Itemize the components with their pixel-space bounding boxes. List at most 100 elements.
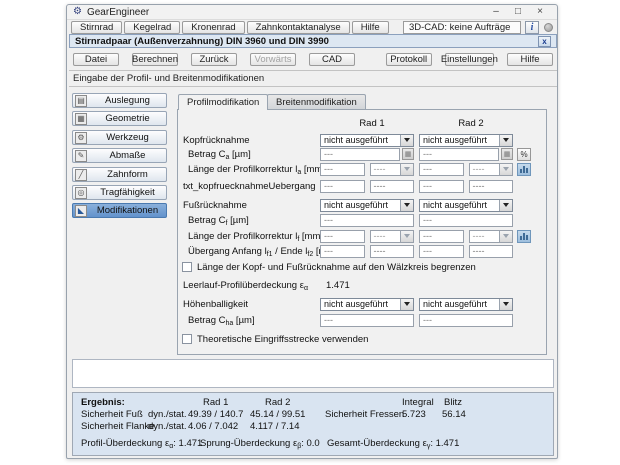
menu-kronenrad[interactable]: Kronenrad [182, 21, 244, 34]
laenge-f-label: Länge der Profilkorrektur lf [mm] [178, 231, 320, 242]
bar-chart-icon [520, 165, 529, 173]
toolbar-zurueck-button[interactable]: Zurück [191, 53, 237, 66]
laenge-a-rad1-select: ---- [370, 163, 414, 176]
hoehenballigkeit-rad1-select[interactable]: nicht ausgeführt [320, 298, 414, 311]
uebergang-fuss-input-2[interactable]: ---- [370, 245, 415, 258]
toolbar-cad-button[interactable]: CAD [309, 53, 355, 66]
toolbar-datei-button[interactable]: Datei [73, 53, 119, 66]
gesamt-ueberdeckung: Gesamt-Überdeckung εγ: 1.471 [327, 438, 459, 449]
sidebar-item-auslegung[interactable]: ▤ Auslegung [72, 93, 167, 108]
chevron-down-icon[interactable] [400, 200, 413, 211]
sidebar-item-werkzeug[interactable]: ⚙ Werkzeug [72, 130, 167, 145]
uebergang-kopf-input-4[interactable]: ---- [469, 180, 514, 193]
results-header-blitz: Blitz [444, 397, 462, 408]
fussruecknahme-rad1-select[interactable]: nicht ausgeführt [320, 199, 414, 212]
diagram-button[interactable] [517, 230, 531, 243]
toolbar-einstellungen-button[interactable]: Einstellungen [445, 53, 494, 66]
document-close-icon[interactable]: x [538, 36, 551, 47]
results-header-rad1: Rad 1 [203, 397, 228, 408]
betrag-ca-rad1-input[interactable]: --- [320, 148, 400, 161]
toolbar-protokoll-button[interactable]: Protokoll [386, 53, 432, 66]
info-icon[interactable]: i [525, 21, 539, 34]
modifikationen-icon: ◣ [75, 205, 87, 217]
status-line: Eingabe der Profil- und Breitenmodifikat… [69, 70, 557, 87]
menu-hilfe[interactable]: Hilfe [352, 21, 389, 34]
fussruecknahme-rad2-select[interactable]: nicht ausgeführt [419, 199, 513, 212]
chevron-down-icon[interactable] [499, 299, 512, 310]
laenge-a-rad2-input[interactable]: --- [419, 163, 464, 176]
desktop-background: ⚙ GearEngineer – □ × Stirnrad Kegelrad K… [0, 0, 620, 465]
uebergang-kopf-input-1[interactable]: --- [320, 180, 365, 193]
betrag-ca-label: Betrag Ca [µm] [178, 149, 320, 160]
tab-breitenmodifikation[interactable]: Breitenmodifikation [267, 94, 366, 109]
betrag-cha-rad1-input[interactable]: --- [320, 314, 414, 327]
chevron-down-icon[interactable] [400, 135, 413, 146]
toolbar-hilfe-button[interactable]: Hilfe [507, 53, 553, 66]
sidebar-item-modifikationen[interactable]: ◣ Modifikationen [72, 203, 167, 218]
laenge-f-rad1-input[interactable]: --- [320, 230, 365, 243]
tragfaehigkeit-icon: ◎ [75, 187, 87, 199]
betrag-cf-rad1-input[interactable]: --- [320, 214, 414, 227]
results-header-rad2: Rad 2 [265, 397, 290, 408]
uebergang-fuss-input-4[interactable]: ---- [469, 245, 514, 258]
profil-ueberdeckung: Profil-Überdeckung εα: 1.471 [81, 438, 202, 449]
betrag-cha-rad2-input[interactable]: --- [419, 314, 513, 327]
betrag-ca-rad2-input[interactable]: --- [419, 148, 499, 161]
toolbar-berechnen-button[interactable]: Berechnen [132, 53, 178, 66]
minimize-icon[interactable]: – [485, 5, 507, 19]
kopfruecknahme-rad1-select[interactable]: nicht ausgeführt [320, 134, 414, 147]
document-bar: Stirnradpaar (Außenverzahnung) DIN 3960 … [69, 34, 557, 48]
diagram-button[interactable] [517, 163, 531, 176]
menu-kegelrad[interactable]: Kegelrad [124, 21, 180, 34]
uebergang-fuss-input-1[interactable]: --- [320, 245, 365, 258]
sicherheit-flanke-rad1-value: 4.06 / 7.042 [188, 421, 238, 432]
chevron-down-icon[interactable] [499, 200, 512, 211]
kopfruecknahme-rad2-select[interactable]: nicht ausgeführt [419, 134, 513, 147]
chevron-down-icon [499, 164, 512, 175]
laenge-a-rad1-input[interactable]: --- [320, 163, 365, 176]
row-betrag-cha: Betrag Cha [µm] --- --- [178, 313, 546, 327]
uebergang-kopf-input-3[interactable]: --- [419, 180, 464, 193]
laenge-a-rad2-select: ---- [469, 163, 513, 176]
toolbar: Datei Berechnen Zurück Vorwärts CAD Prot… [69, 50, 557, 68]
maximize-icon[interactable]: □ [507, 5, 529, 19]
sicherheit-fuss-rad2-value: 45.14 / 99.51 [250, 409, 305, 420]
waelzkreis-checkbox[interactable] [182, 262, 192, 272]
app-window: ⚙ GearEngineer – □ × Stirnrad Kegelrad K… [66, 4, 558, 459]
sidebar-item-zahnform[interactable]: ╱ Zahnform [72, 167, 167, 182]
menu-zahnkontaktanalyse[interactable]: Zahnkontaktanalyse [247, 21, 350, 34]
app-gear-icon: ⚙ [73, 7, 82, 17]
eingriffsstrecke-checkbox-row[interactable]: Theoretische Eingriffsstrecke verwenden [182, 333, 368, 345]
status-indicator-dot [544, 23, 553, 32]
menu-stirnrad[interactable]: Stirnrad [71, 21, 122, 34]
laenge-f-rad2-input[interactable]: --- [419, 230, 464, 243]
sidebar-item-abmasse[interactable]: ✎ Abmaße [72, 148, 167, 163]
row-leerlauf-profilueberdeckung: Leerlauf-Profilüberdeckung εα 1.471 [178, 278, 546, 292]
betrag-cf-rad2-input[interactable]: --- [419, 214, 513, 227]
row-laenge-profilkorrektur-f: Länge der Profilkorrektur lf [mm] --- --… [178, 229, 546, 243]
chevron-down-icon[interactable] [499, 135, 512, 146]
chevron-down-icon[interactable] [400, 299, 413, 310]
percent-button[interactable]: % [517, 148, 531, 161]
hoehenballigkeit-rad2-select[interactable]: nicht ausgeführt [419, 298, 513, 311]
uebergang-kopf-input-2[interactable]: ---- [370, 180, 415, 193]
row-kopfruecknahme: Kopfrücknahme nicht ausgeführt nicht aus… [178, 133, 546, 147]
bar-chart-icon [520, 232, 529, 240]
abmasse-icon: ✎ [75, 150, 87, 162]
sicherheit-fuss-label: Sicherheit Fuß [81, 409, 143, 420]
geometrie-icon: ▦ [75, 113, 87, 125]
row-kopfruecknahme-uebergang: txt_kopfruecknahmeUebergang --- ---- ---… [178, 179, 546, 193]
sidebar-item-geometrie[interactable]: ▦ Geometrie [72, 111, 167, 126]
calculator-icon: ▦ [501, 148, 513, 160]
row-laenge-profilkorrektur-a: Länge der Profilkorrektur la [mm] --- --… [178, 162, 546, 176]
profilmodifikation-panel: Rad 1 Rad 2 Kopfrücknahme nicht ausgefüh… [177, 109, 547, 355]
eingriffsstrecke-checkbox[interactable] [182, 334, 192, 344]
uebergang-fuss-input-3[interactable]: --- [419, 245, 464, 258]
sidebar-item-tragfaehigkeit[interactable]: ◎ Tragfähigkeit [72, 185, 167, 200]
tab-profilmodifikation[interactable]: Profilmodifikation [178, 94, 268, 110]
close-icon[interactable]: × [529, 5, 551, 19]
betrag-cf-label: Betrag Cf [µm] [178, 215, 320, 226]
hoehenballigkeit-label: Höhenballigkeit [178, 299, 320, 310]
results-title: Ergebnis: [81, 397, 125, 408]
waelzkreis-checkbox-row[interactable]: Länge der Kopf- und Fußrücknahme auf den… [182, 261, 476, 273]
